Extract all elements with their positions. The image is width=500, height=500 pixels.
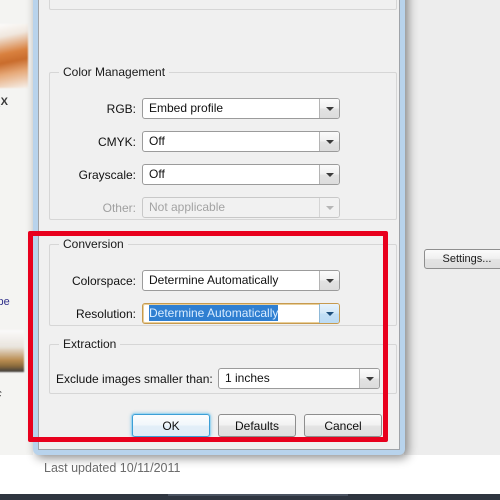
resolution-combo[interactable]: Determine Automatically (142, 303, 340, 324)
dialog-inner-frame: Color: JPEG (Quality : Medium) Format: B… (38, 0, 400, 450)
exclude-images-combo-value: 1 inches (225, 371, 270, 385)
cmyk-combo[interactable]: Off (142, 131, 340, 152)
conversion-group: Conversion Colorspace: Determine Automat… (49, 237, 397, 326)
cancel-button[interactable]: Cancel (304, 414, 382, 437)
colorspace-combo[interactable]: Determine Automatically (142, 270, 340, 291)
screenshot-root: _X : ype nc Settings... Last updated 10/… (0, 0, 500, 500)
cmyk-label: CMYK: (97, 135, 136, 149)
grayscale-combo[interactable]: Off (142, 164, 340, 185)
chevron-down-icon[interactable] (359, 369, 379, 388)
color-management-group: Color Management RGB: Embed profile CMYK… (49, 65, 397, 220)
chevron-down-icon[interactable] (319, 271, 339, 290)
chevron-down-icon[interactable] (319, 132, 339, 151)
extraction-title: Extraction (59, 337, 121, 351)
chevron-down-icon[interactable] (319, 165, 339, 184)
defaults-button[interactable]: Defaults (218, 414, 296, 437)
other-combo: Not applicable (142, 197, 340, 218)
last-updated-text: Last updated 10/11/2011 (44, 461, 181, 475)
compression-group: Color: JPEG (Quality : Medium) Format: B… (49, 0, 397, 10)
other-combo-value: Not applicable (149, 200, 226, 214)
resolution-combo-value-wrap: Determine Automatically (149, 304, 317, 323)
background-right-panel (404, 0, 500, 455)
grayscale-combo-value: Off (149, 167, 165, 181)
bottom-bar-highlight (168, 494, 348, 496)
exclude-images-combo[interactable]: 1 inches (218, 368, 380, 389)
extraction-group: Extraction Exclude images smaller than: … (49, 337, 397, 394)
rgb-combo-value: Embed profile (149, 101, 224, 115)
image-options-dialog: Color: JPEG (Quality : Medium) Format: B… (33, 0, 405, 455)
colorspace-label: Colorspace: (71, 274, 136, 288)
chevron-down-icon (319, 198, 339, 217)
conversion-title: Conversion (59, 237, 128, 251)
background-text-fragment-3: nc (0, 388, 2, 400)
grayscale-label: Grayscale: (78, 168, 136, 182)
colorspace-combo-value: Determine Automatically (149, 273, 279, 287)
ok-button[interactable]: OK (132, 414, 210, 437)
chevron-down-icon[interactable] (319, 304, 339, 323)
chevron-down-icon[interactable] (319, 99, 339, 118)
exclude-images-label: Exclude images smaller than: (56, 372, 213, 386)
resolution-combo-value: Determine Automatically (149, 305, 279, 321)
background-thumbnail-image-bottom (0, 330, 24, 372)
color-management-title: Color Management (59, 65, 170, 79)
background-left-column: _X : ype nc (0, 0, 33, 455)
background-text-fragment-2: ype (0, 296, 10, 308)
resolution-label: Resolution: (75, 307, 136, 321)
settings-button[interactable]: Settings... (424, 249, 500, 269)
background-thumbnail-image-top (0, 24, 28, 88)
rgb-label: RGB: (106, 102, 136, 116)
rgb-combo[interactable]: Embed profile (142, 98, 340, 119)
background-text-fragment-1: _X (0, 96, 9, 108)
other-label: Other: (102, 201, 136, 215)
cmyk-combo-value: Off (149, 134, 165, 148)
